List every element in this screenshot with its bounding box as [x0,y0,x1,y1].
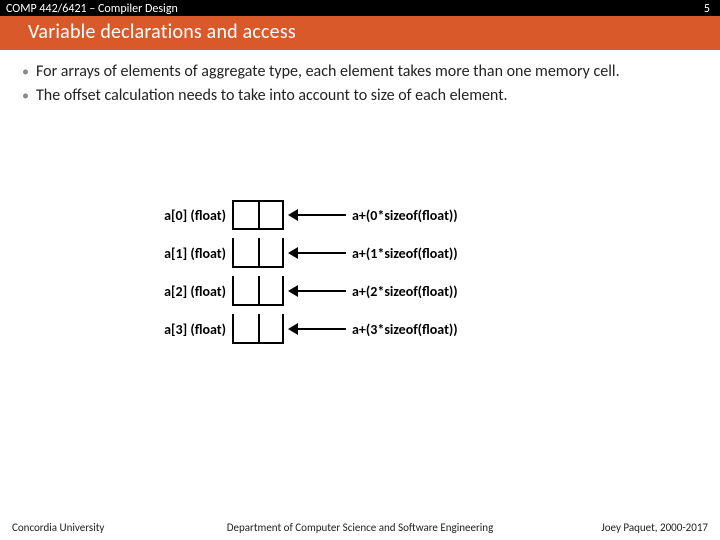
diagram-row: a[0] (float) a+(0*sizeof(float)) [140,196,580,234]
arrow-icon [290,290,346,292]
memory-cells [232,200,284,230]
footer-mid: Department of Computer Science and Softw… [227,521,494,534]
top-bar: COMP 442/6421 – Compiler Design 5 [0,0,720,16]
memory-cell [232,314,258,342]
footer: Concordia University Department of Compu… [0,521,720,534]
memory-cell [232,202,258,228]
bullet-item: For arrays of elements of aggregate type… [22,62,698,82]
arrow-icon [290,252,346,254]
memory-cell [258,202,284,228]
memory-cell [258,314,284,342]
arrow-icon [290,214,346,216]
page-number: 5 [704,2,710,16]
arrow-icon [290,328,346,330]
slide-title: Variable declarations and access [0,16,720,50]
slide-title-text: Variable declarations and access [28,20,296,44]
diagram-row: a[3] (float) a+(3*sizeof(float)) [140,310,580,348]
cell-label-left: a[3] (float) [140,321,232,338]
diagram-row: a[1] (float) a+(1*sizeof(float)) [140,234,580,272]
memory-cell [232,238,258,266]
body-content: For arrays of elements of aggregate type… [0,50,720,106]
course-code: COMP 442/6421 – Compiler Design [6,2,178,16]
memory-cell [258,276,284,304]
array-diagram: a[0] (float) a+(0*sizeof(float)) a[1] (f… [140,196,580,348]
memory-cells [232,238,284,268]
offset-label: a+(0*sizeof(float)) [352,207,458,224]
memory-cell [232,276,258,304]
offset-label: a+(2*sizeof(float)) [352,283,458,300]
footer-right: Joey Paquet, 2000-2017 [601,521,708,534]
cell-label-left: a[2] (float) [140,283,232,300]
cell-label-left: a[0] (float) [140,207,232,224]
footer-left: Concordia University [12,521,104,534]
cell-label-left: a[1] (float) [140,245,232,262]
memory-cells [232,276,284,306]
memory-cells [232,314,284,344]
offset-label: a+(1*sizeof(float)) [352,245,458,262]
diagram-row: a[2] (float) a+(2*sizeof(float)) [140,272,580,310]
memory-cell [258,238,284,266]
offset-label: a+(3*sizeof(float)) [352,321,458,338]
bullet-item: The offset calculation needs to take int… [22,86,698,106]
